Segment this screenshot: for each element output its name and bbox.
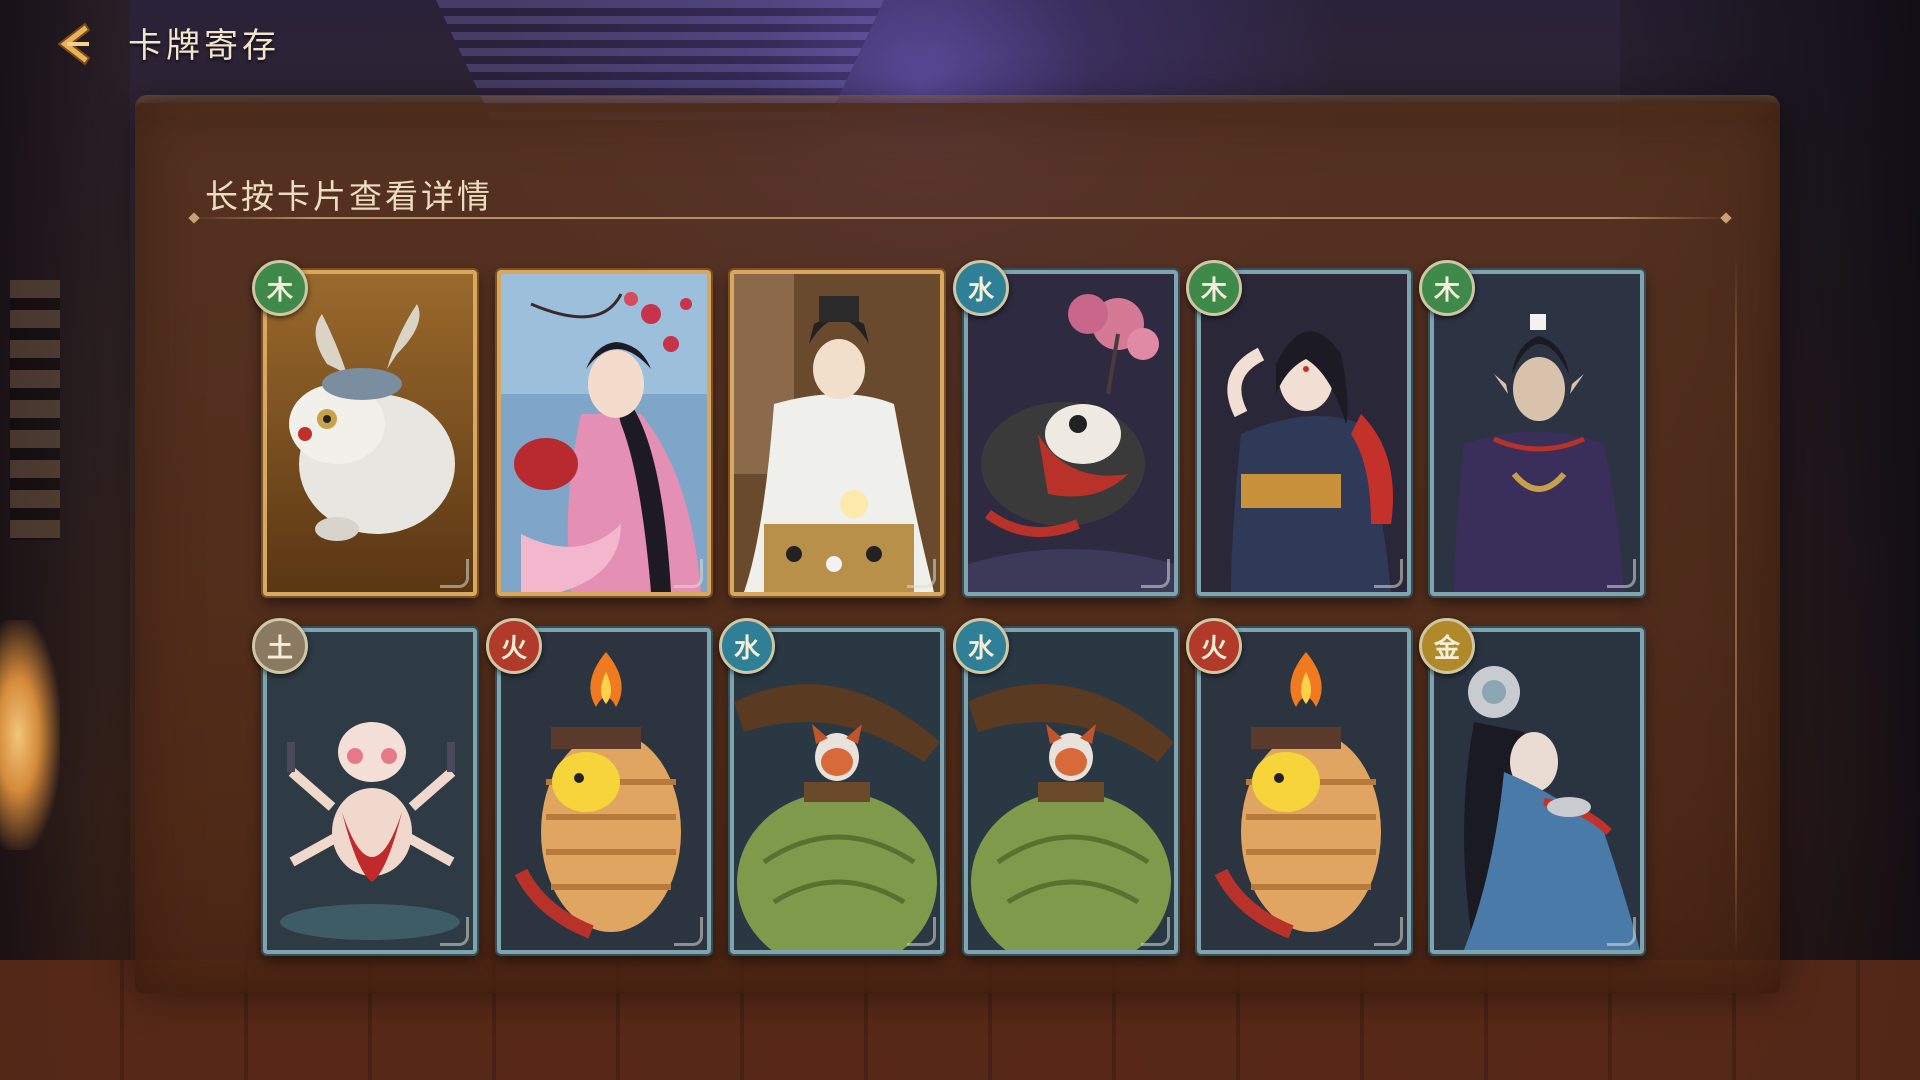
white-beast-art	[267, 274, 473, 592]
panel-hint: 长按卡片查看详情	[205, 177, 493, 216]
pink-kimono-girl-art	[501, 274, 707, 592]
water-element-badge: 水	[953, 260, 1009, 316]
fire-lantern-creature-art	[501, 632, 707, 950]
card-corner-ornament	[1607, 917, 1636, 946]
card-corner-ornament	[1374, 917, 1403, 946]
card-slot[interactable]	[497, 270, 711, 596]
card-slot[interactable]	[1197, 628, 1411, 954]
background-pillar	[0, 0, 130, 1080]
card-slot[interactable]	[1430, 628, 1644, 954]
back-arrow-icon	[57, 22, 91, 66]
panel-divider	[190, 217, 1730, 219]
card-slot[interactable]	[263, 628, 477, 954]
card-corner-ornament	[1374, 559, 1403, 588]
koi-fish-art	[968, 274, 1174, 592]
red-panda-turtle-art	[734, 632, 940, 950]
fire-lantern-creature-art	[1201, 632, 1407, 950]
water-element-badge: 水	[953, 618, 1009, 674]
multi-arm-child-art	[267, 632, 473, 950]
card-slot[interactable]	[730, 270, 944, 596]
dancer-woman-art	[1201, 274, 1407, 592]
card-slot[interactable]	[263, 270, 477, 596]
page-title: 卡牌寄存	[128, 26, 280, 66]
red-panda-turtle-art	[968, 632, 1174, 950]
card-slot[interactable]	[964, 270, 1178, 596]
wood-element-badge: 木	[1419, 260, 1475, 316]
wood-element-badge: 木	[1186, 260, 1242, 316]
wood-element-badge: 木	[252, 260, 308, 316]
card-corner-ornament	[440, 559, 469, 588]
metal-element-badge: 金	[1419, 618, 1475, 674]
fire-element-badge: 火	[486, 618, 542, 674]
card-corner-ornament	[674, 559, 703, 588]
earth-element-badge: 土	[252, 618, 308, 674]
back-button[interactable]	[45, 16, 105, 72]
card-slot[interactable]	[1430, 270, 1644, 596]
card-corner-ornament	[907, 917, 936, 946]
fire-element-badge: 火	[1186, 618, 1242, 674]
card-slot[interactable]	[1197, 270, 1411, 596]
card-slot[interactable]	[730, 628, 944, 954]
silver-hair-lady-art	[1434, 632, 1640, 950]
card-slot[interactable]	[497, 628, 711, 954]
background-lantern	[0, 620, 60, 850]
card-slot[interactable]	[964, 628, 1178, 954]
card-corner-ornament	[907, 559, 936, 588]
go-player-art	[734, 274, 940, 592]
card-corner-ornament	[1607, 559, 1636, 588]
elf-man-art	[1434, 274, 1640, 592]
water-element-badge: 水	[719, 618, 775, 674]
card-corner-ornament	[440, 917, 469, 946]
panel-right-line	[1735, 255, 1737, 955]
background-window	[10, 280, 60, 540]
card-corner-ornament	[1141, 917, 1170, 946]
card-corner-ornament	[674, 917, 703, 946]
card-corner-ornament	[1141, 559, 1170, 588]
